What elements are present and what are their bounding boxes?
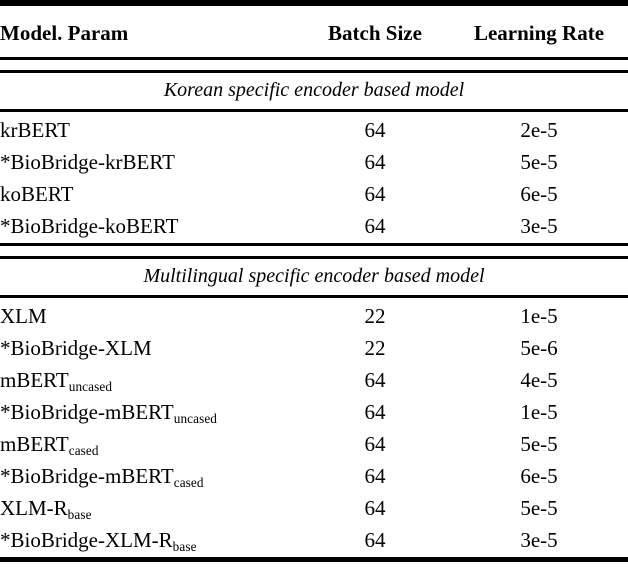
column-header-batch-size: Batch Size <box>300 12 450 59</box>
cell-learning-rate: 5e-6 <box>450 333 628 365</box>
model-subscript: base <box>173 539 197 554</box>
section-title-row: Multilingual specific encoder based mode… <box>0 258 628 297</box>
cell-batch-size: 64 <box>300 429 450 461</box>
model-subscript: base <box>68 507 92 522</box>
cell-batch-size: 22 <box>300 301 450 333</box>
table-row: *BioBridge-mBERTcased 64 6e-5 <box>0 461 628 493</box>
section-title: Multilingual specific encoder based mode… <box>0 258 628 297</box>
column-header-learning-rate: Learning Rate <box>450 12 628 59</box>
cell-model: *BioBridge-XLM-Rbase <box>0 525 300 560</box>
cell-model: *BioBridge-mBERTuncased <box>0 397 300 429</box>
cell-model: mBERTcased <box>0 429 300 461</box>
table-row: *BioBridge-XLM-Rbase 64 3e-5 <box>0 525 628 560</box>
cell-batch-size: 64 <box>300 461 450 493</box>
cell-learning-rate: 1e-5 <box>450 301 628 333</box>
model-subscript: cased <box>174 475 204 490</box>
cell-model: *BioBridge-mBERTcased <box>0 461 300 493</box>
table-row: *BioBridge-XLM 22 5e-6 <box>0 333 628 365</box>
cell-model: krBERT <box>0 115 300 147</box>
table-row: mBERTcased 64 5e-5 <box>0 429 628 461</box>
cell-learning-rate: 3e-5 <box>450 211 628 245</box>
cell-model: mBERTuncased <box>0 365 300 397</box>
table-top-rule <box>0 3 628 12</box>
table-row: XLM-Rbase 64 5e-5 <box>0 493 628 525</box>
cell-batch-size: 64 <box>300 525 450 560</box>
model-subscript: cased <box>69 443 99 458</box>
cell-learning-rate: 3e-5 <box>450 525 628 560</box>
table-row: *BioBridge-mBERTuncased 64 1e-5 <box>0 397 628 429</box>
cell-model: *BioBridge-koBERT <box>0 211 300 245</box>
cell-batch-size: 64 <box>300 397 450 429</box>
cell-learning-rate: 4e-5 <box>450 365 628 397</box>
hyperparameter-table-figure: Model. Param Batch Size Learning Rate Ko… <box>0 0 628 528</box>
cell-model: XLM <box>0 301 300 333</box>
cell-learning-rate: 5e-5 <box>450 429 628 461</box>
section-double-rule <box>0 245 628 258</box>
table-row: krBERT 64 2e-5 <box>0 115 628 147</box>
table-row: mBERTuncased 64 4e-5 <box>0 365 628 397</box>
table-row: XLM 22 1e-5 <box>0 301 628 333</box>
cell-learning-rate: 2e-5 <box>450 115 628 147</box>
table-bottom-rule <box>0 560 628 567</box>
cell-batch-size: 22 <box>300 333 450 365</box>
cell-batch-size: 64 <box>300 211 450 245</box>
column-header-model: Model. Param <box>0 12 300 59</box>
cell-batch-size: 64 <box>300 115 450 147</box>
cell-batch-size: 64 <box>300 147 450 179</box>
cell-learning-rate: 1e-5 <box>450 397 628 429</box>
cell-learning-rate: 6e-5 <box>450 179 628 211</box>
section-title: Korean specific encoder based model <box>0 72 628 111</box>
cell-model: koBERT <box>0 179 300 211</box>
cell-model: XLM-Rbase <box>0 493 300 525</box>
section-title-row: Korean specific encoder based model <box>0 72 628 111</box>
table-row: koBERT 64 6e-5 <box>0 179 628 211</box>
cell-model: *BioBridge-XLM <box>0 333 300 365</box>
cell-learning-rate: 6e-5 <box>450 461 628 493</box>
cell-learning-rate: 5e-5 <box>450 147 628 179</box>
header-double-rule <box>0 59 628 72</box>
model-subscript: uncased <box>69 379 112 394</box>
table-row: *BioBridge-koBERT 64 3e-5 <box>0 211 628 245</box>
cell-batch-size: 64 <box>300 493 450 525</box>
table-row: *BioBridge-krBERT 64 5e-5 <box>0 147 628 179</box>
cell-batch-size: 64 <box>300 365 450 397</box>
cell-batch-size: 64 <box>300 179 450 211</box>
model-subscript: uncased <box>174 411 217 426</box>
table-header-row: Model. Param Batch Size Learning Rate <box>0 12 628 59</box>
cell-learning-rate: 5e-5 <box>450 493 628 525</box>
cell-model: *BioBridge-krBERT <box>0 147 300 179</box>
hyperparameter-table: Model. Param Batch Size Learning Rate Ko… <box>0 0 628 567</box>
table-body: Model. Param Batch Size Learning Rate Ko… <box>0 3 628 567</box>
